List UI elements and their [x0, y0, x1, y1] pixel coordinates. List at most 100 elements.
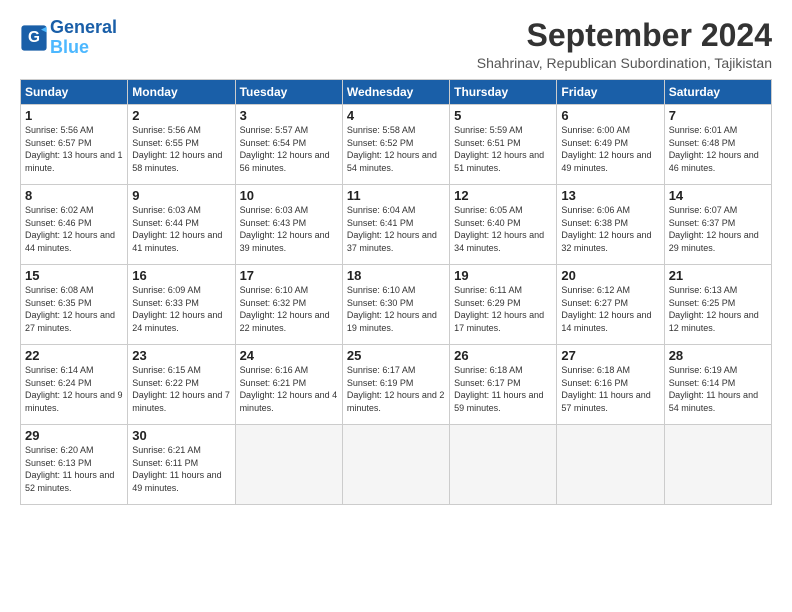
col-friday: Friday: [557, 80, 664, 105]
day-number: 10: [240, 188, 338, 203]
day-content: Sunrise: 6:20 AMSunset: 6:13 PMDaylight:…: [25, 444, 123, 494]
day-content: Sunrise: 6:14 AMSunset: 6:24 PMDaylight:…: [25, 364, 123, 414]
table-row: 30Sunrise: 6:21 AMSunset: 6:11 PMDayligh…: [128, 425, 235, 505]
logo-icon: G: [20, 24, 48, 52]
day-content: Sunrise: 5:56 AMSunset: 6:57 PMDaylight:…: [25, 124, 123, 174]
col-monday: Monday: [128, 80, 235, 105]
col-wednesday: Wednesday: [342, 80, 449, 105]
table-row: 28Sunrise: 6:19 AMSunset: 6:14 PMDayligh…: [664, 345, 771, 425]
table-row: [342, 425, 449, 505]
day-number: 19: [454, 268, 552, 283]
table-row: 27Sunrise: 6:18 AMSunset: 6:16 PMDayligh…: [557, 345, 664, 425]
logo-line2: Blue: [50, 37, 89, 57]
logo-name: General Blue: [50, 18, 117, 58]
day-content: Sunrise: 6:11 AMSunset: 6:29 PMDaylight:…: [454, 284, 552, 334]
day-content: Sunrise: 6:15 AMSunset: 6:22 PMDaylight:…: [132, 364, 230, 414]
table-row: 7Sunrise: 6:01 AMSunset: 6:48 PMDaylight…: [664, 105, 771, 185]
calendar-week-row: 15Sunrise: 6:08 AMSunset: 6:35 PMDayligh…: [21, 265, 772, 345]
table-row: 1Sunrise: 5:56 AMSunset: 6:57 PMDaylight…: [21, 105, 128, 185]
table-row: 29Sunrise: 6:20 AMSunset: 6:13 PMDayligh…: [21, 425, 128, 505]
table-row: 8Sunrise: 6:02 AMSunset: 6:46 PMDaylight…: [21, 185, 128, 265]
day-content: Sunrise: 6:09 AMSunset: 6:33 PMDaylight:…: [132, 284, 230, 334]
day-number: 23: [132, 348, 230, 363]
day-content: Sunrise: 6:00 AMSunset: 6:49 PMDaylight:…: [561, 124, 659, 174]
day-content: Sunrise: 6:08 AMSunset: 6:35 PMDaylight:…: [25, 284, 123, 334]
day-content: Sunrise: 6:04 AMSunset: 6:41 PMDaylight:…: [347, 204, 445, 254]
table-row: 14Sunrise: 6:07 AMSunset: 6:37 PMDayligh…: [664, 185, 771, 265]
day-content: Sunrise: 6:12 AMSunset: 6:27 PMDaylight:…: [561, 284, 659, 334]
logo-line1: General: [50, 17, 117, 37]
day-content: Sunrise: 6:01 AMSunset: 6:48 PMDaylight:…: [669, 124, 767, 174]
table-row: 13Sunrise: 6:06 AMSunset: 6:38 PMDayligh…: [557, 185, 664, 265]
day-number: 30: [132, 428, 230, 443]
day-number: 22: [25, 348, 123, 363]
day-content: Sunrise: 6:06 AMSunset: 6:38 PMDaylight:…: [561, 204, 659, 254]
day-number: 9: [132, 188, 230, 203]
calendar-page: G General Blue September 2024 Shahrinav,…: [0, 0, 792, 515]
table-row: 19Sunrise: 6:11 AMSunset: 6:29 PMDayligh…: [450, 265, 557, 345]
day-content: Sunrise: 6:21 AMSunset: 6:11 PMDaylight:…: [132, 444, 230, 494]
header-row: Sunday Monday Tuesday Wednesday Thursday…: [21, 80, 772, 105]
day-number: 12: [454, 188, 552, 203]
table-row: 16Sunrise: 6:09 AMSunset: 6:33 PMDayligh…: [128, 265, 235, 345]
day-content: Sunrise: 5:58 AMSunset: 6:52 PMDaylight:…: [347, 124, 445, 174]
table-row: 9Sunrise: 6:03 AMSunset: 6:44 PMDaylight…: [128, 185, 235, 265]
calendar-subtitle: Shahrinav, Republican Subordination, Taj…: [477, 55, 772, 71]
logo-area: G General Blue: [20, 18, 117, 58]
day-content: Sunrise: 6:02 AMSunset: 6:46 PMDaylight:…: [25, 204, 123, 254]
table-row: 10Sunrise: 6:03 AMSunset: 6:43 PMDayligh…: [235, 185, 342, 265]
table-row: 18Sunrise: 6:10 AMSunset: 6:30 PMDayligh…: [342, 265, 449, 345]
day-content: Sunrise: 6:13 AMSunset: 6:25 PMDaylight:…: [669, 284, 767, 334]
table-row: 25Sunrise: 6:17 AMSunset: 6:19 PMDayligh…: [342, 345, 449, 425]
day-number: 15: [25, 268, 123, 283]
calendar-title: September 2024: [477, 18, 772, 53]
calendar-table: Sunday Monday Tuesday Wednesday Thursday…: [20, 79, 772, 505]
day-content: Sunrise: 6:19 AMSunset: 6:14 PMDaylight:…: [669, 364, 767, 414]
table-row: 11Sunrise: 6:04 AMSunset: 6:41 PMDayligh…: [342, 185, 449, 265]
col-thursday: Thursday: [450, 80, 557, 105]
table-row: 2Sunrise: 5:56 AMSunset: 6:55 PMDaylight…: [128, 105, 235, 185]
col-sunday: Sunday: [21, 80, 128, 105]
col-tuesday: Tuesday: [235, 80, 342, 105]
table-row: 23Sunrise: 6:15 AMSunset: 6:22 PMDayligh…: [128, 345, 235, 425]
col-saturday: Saturday: [664, 80, 771, 105]
day-number: 4: [347, 108, 445, 123]
table-row: 12Sunrise: 6:05 AMSunset: 6:40 PMDayligh…: [450, 185, 557, 265]
header: G General Blue September 2024 Shahrinav,…: [20, 18, 772, 71]
day-content: Sunrise: 6:18 AMSunset: 6:17 PMDaylight:…: [454, 364, 552, 414]
table-row: [450, 425, 557, 505]
day-number: 16: [132, 268, 230, 283]
table-row: 5Sunrise: 5:59 AMSunset: 6:51 PMDaylight…: [450, 105, 557, 185]
day-content: Sunrise: 5:56 AMSunset: 6:55 PMDaylight:…: [132, 124, 230, 174]
day-content: Sunrise: 6:03 AMSunset: 6:43 PMDaylight:…: [240, 204, 338, 254]
table-row: 22Sunrise: 6:14 AMSunset: 6:24 PMDayligh…: [21, 345, 128, 425]
title-block: September 2024 Shahrinav, Republican Sub…: [477, 18, 772, 71]
day-number: 5: [454, 108, 552, 123]
day-content: Sunrise: 6:03 AMSunset: 6:44 PMDaylight:…: [132, 204, 230, 254]
day-content: Sunrise: 5:59 AMSunset: 6:51 PMDaylight:…: [454, 124, 552, 174]
day-number: 13: [561, 188, 659, 203]
day-number: 24: [240, 348, 338, 363]
calendar-week-row: 22Sunrise: 6:14 AMSunset: 6:24 PMDayligh…: [21, 345, 772, 425]
day-content: Sunrise: 6:10 AMSunset: 6:30 PMDaylight:…: [347, 284, 445, 334]
table-row: 24Sunrise: 6:16 AMSunset: 6:21 PMDayligh…: [235, 345, 342, 425]
table-row: 17Sunrise: 6:10 AMSunset: 6:32 PMDayligh…: [235, 265, 342, 345]
day-number: 11: [347, 188, 445, 203]
table-row: [557, 425, 664, 505]
calendar-week-row: 29Sunrise: 6:20 AMSunset: 6:13 PMDayligh…: [21, 425, 772, 505]
day-number: 14: [669, 188, 767, 203]
table-row: 4Sunrise: 5:58 AMSunset: 6:52 PMDaylight…: [342, 105, 449, 185]
table-row: [664, 425, 771, 505]
day-number: 26: [454, 348, 552, 363]
day-number: 25: [347, 348, 445, 363]
day-number: 6: [561, 108, 659, 123]
table-row: 3Sunrise: 5:57 AMSunset: 6:54 PMDaylight…: [235, 105, 342, 185]
day-number: 27: [561, 348, 659, 363]
day-content: Sunrise: 6:07 AMSunset: 6:37 PMDaylight:…: [669, 204, 767, 254]
day-number: 21: [669, 268, 767, 283]
table-row: 20Sunrise: 6:12 AMSunset: 6:27 PMDayligh…: [557, 265, 664, 345]
day-content: Sunrise: 6:16 AMSunset: 6:21 PMDaylight:…: [240, 364, 338, 414]
calendar-week-row: 1Sunrise: 5:56 AMSunset: 6:57 PMDaylight…: [21, 105, 772, 185]
day-number: 8: [25, 188, 123, 203]
day-content: Sunrise: 6:18 AMSunset: 6:16 PMDaylight:…: [561, 364, 659, 414]
